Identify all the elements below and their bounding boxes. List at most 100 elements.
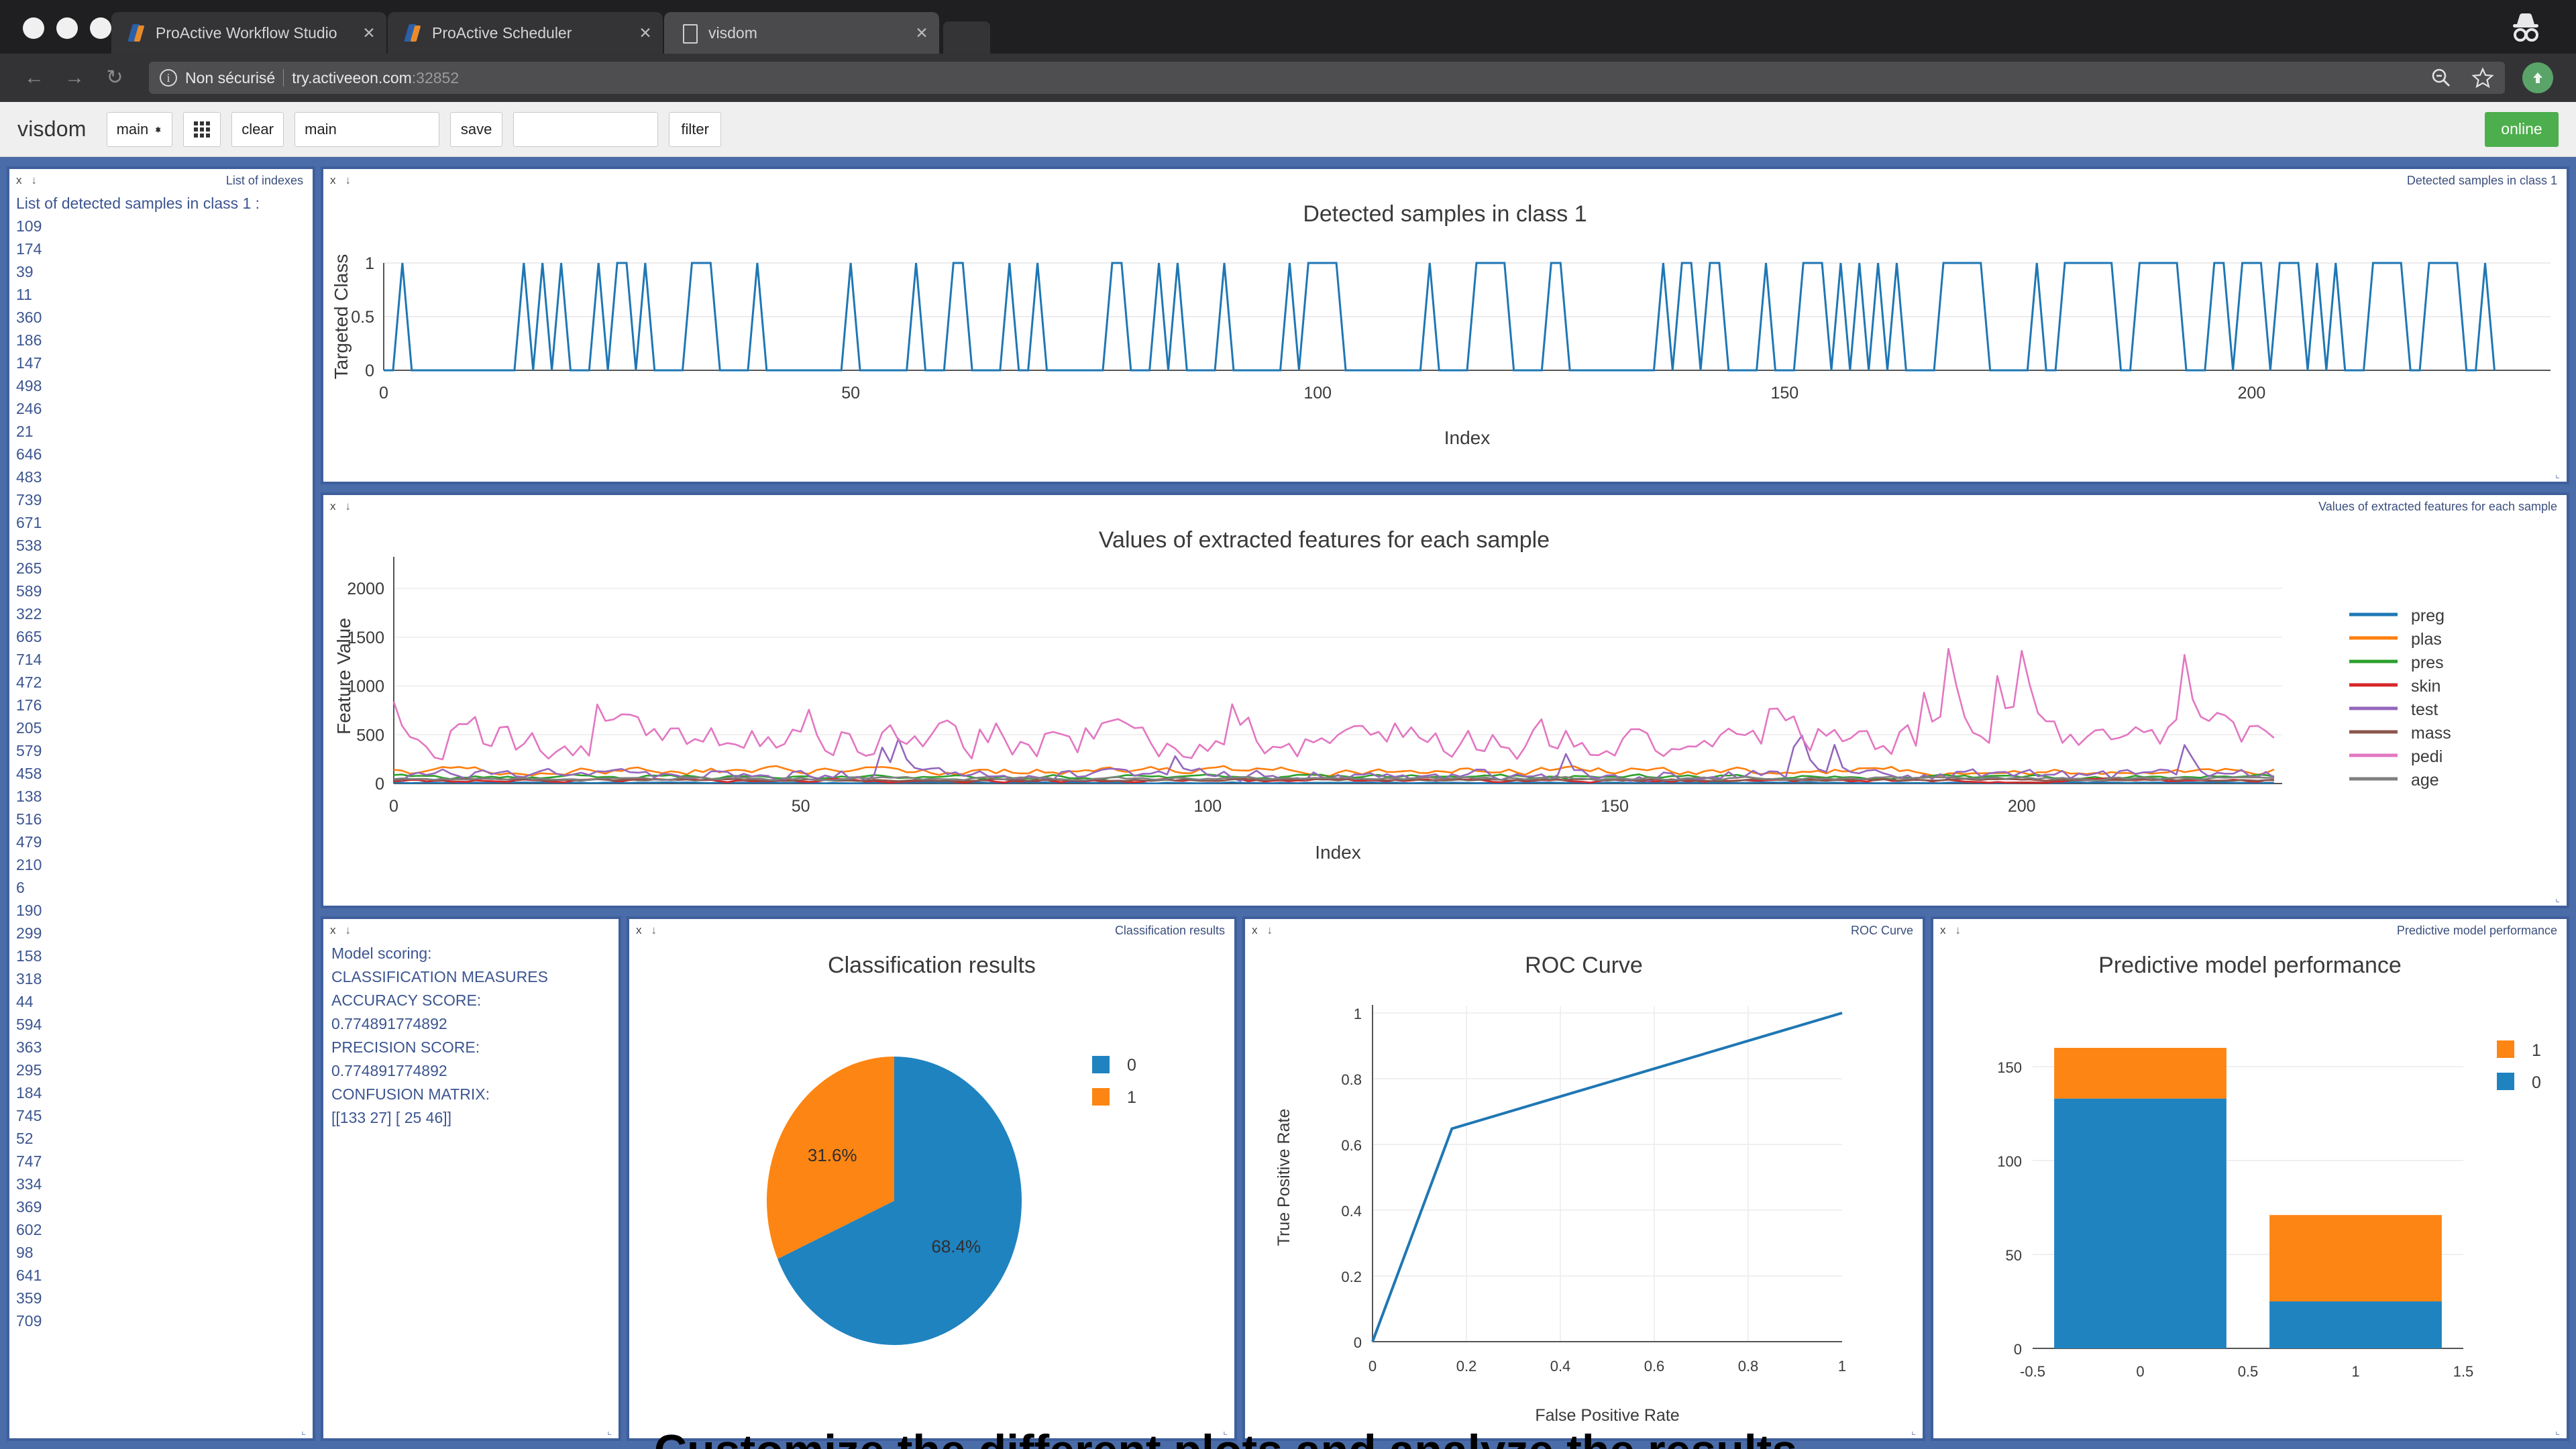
list-item: 265 xyxy=(16,559,42,577)
svg-text:0: 0 xyxy=(1127,1056,1136,1075)
list-item: 21 xyxy=(16,423,34,440)
grid-icon xyxy=(194,121,211,138)
pane-classification-results[interactable]: x ↓ Classification results Classificatio… xyxy=(627,916,1237,1441)
list-item: 186 xyxy=(16,331,42,349)
list-item: 205 xyxy=(16,719,42,737)
download-icon[interactable]: ↓ xyxy=(32,174,38,187)
zoom-out-icon[interactable] xyxy=(2430,66,2453,89)
pane-predictive-model-performance[interactable]: x ↓ Predictive model performance Predict… xyxy=(1931,916,2569,1441)
back-icon[interactable]: ← xyxy=(23,66,46,89)
close-icon[interactable]: ✕ xyxy=(912,24,931,42)
forward-icon[interactable]: → xyxy=(63,66,86,89)
svg-text:200: 200 xyxy=(2008,797,2036,816)
minimize-window-button[interactable] xyxy=(56,17,78,39)
environment-select[interactable]: main ▲ ▼ xyxy=(106,111,173,147)
filter-button[interactable]: filter xyxy=(669,111,722,147)
new-tab-button[interactable] xyxy=(943,21,990,54)
resize-handle[interactable]: ⌞ xyxy=(301,1426,311,1437)
svg-text:31.6%: 31.6% xyxy=(808,1145,857,1165)
svg-text:age: age xyxy=(2411,771,2439,790)
svg-text:0.8: 0.8 xyxy=(1738,1358,1759,1375)
close-icon[interactable]: x xyxy=(330,500,336,513)
resize-handle[interactable]: ⌞ xyxy=(2555,894,2565,904)
list-item: 483 xyxy=(16,468,42,486)
pane-extracted-features[interactable]: x ↓ Values of extracted features for eac… xyxy=(321,492,2569,908)
svg-text:0.4: 0.4 xyxy=(1341,1203,1362,1220)
download-icon[interactable]: ↓ xyxy=(651,924,657,937)
svg-text:True Positive Rate: True Positive Rate xyxy=(1275,1109,1293,1246)
reload-icon[interactable]: ↻ xyxy=(103,66,126,89)
close-icon[interactable]: x xyxy=(1252,924,1258,937)
pane-detected-samples[interactable]: x ↓ Detected samples in class 1 Detected… xyxy=(321,166,2569,484)
download-icon[interactable]: ↓ xyxy=(1267,924,1273,937)
incognito-icon[interactable] xyxy=(2508,9,2544,43)
star-icon[interactable] xyxy=(2471,66,2494,89)
download-icon[interactable]: ↓ xyxy=(345,924,352,937)
svg-text:Targeted Class: Targeted Class xyxy=(331,254,352,380)
pane-list-of-indexes[interactable]: x ↓ List of indexes List of detected sam… xyxy=(7,166,315,1441)
tab-proactive-scheduler[interactable]: ProActive Scheduler ✕ xyxy=(388,12,663,54)
browser-titlebar: ProActive Workflow Studio ✕ ProActive Sc… xyxy=(0,0,2576,54)
tab-label: ProActive Scheduler xyxy=(432,23,572,42)
pane-toolbar: x ↓ Predictive model performance xyxy=(1933,919,2567,942)
address-bar[interactable]: i Non sécurisé try.activeeon.com:32852 xyxy=(149,62,2505,94)
close-icon[interactable]: x xyxy=(330,174,336,187)
download-icon[interactable]: ↓ xyxy=(345,500,352,513)
model-scoring-text: Model scoring: CLASSIFICATION MEASURES ACC… xyxy=(331,942,613,1130)
list-item: 359 xyxy=(16,1289,42,1307)
chart-svg: 68.4% 31.6% 0 1 xyxy=(767,1056,1136,1345)
layout-grid-button[interactable] xyxy=(183,111,221,147)
list-item: 516 xyxy=(16,810,42,828)
omnibox-actions xyxy=(2430,66,2494,89)
list-item: 369 xyxy=(16,1198,42,1216)
svg-text:1: 1 xyxy=(2532,1041,2541,1060)
environment-name-input[interactable]: main xyxy=(294,111,440,147)
list-item: 176 xyxy=(16,696,42,714)
close-icon[interactable]: x xyxy=(1940,924,1946,937)
tab-proactive-workflow-studio[interactable]: ProActive Workflow Studio ✕ xyxy=(111,12,386,54)
svg-text:test: test xyxy=(2411,700,2438,719)
save-button[interactable]: save xyxy=(450,111,503,147)
tab-visdom[interactable]: visdom ✕ xyxy=(664,12,939,54)
list-item: 671 xyxy=(16,514,42,531)
scoring-line: 0.774891774892 xyxy=(331,1062,447,1079)
close-icon[interactable]: ✕ xyxy=(636,24,655,42)
filter-input[interactable] xyxy=(513,111,659,147)
clear-button[interactable]: clear xyxy=(231,111,284,147)
pane-model-scoring[interactable]: x ↓ Model scoring: CLASSIFICATION MEASURE… xyxy=(321,916,621,1441)
pane-title: ROC Curve xyxy=(1850,923,1913,937)
resize-handle[interactable]: ⌞ xyxy=(2555,470,2565,480)
resize-handle[interactable]: ⌞ xyxy=(1911,1426,1921,1437)
svg-text:0.8: 0.8 xyxy=(1341,1071,1362,1088)
maximize-window-button[interactable] xyxy=(90,17,111,39)
close-icon[interactable]: ✕ xyxy=(360,24,378,42)
svg-text:1: 1 xyxy=(1354,1006,1362,1022)
chart-classification-results: Classification results 68.4% 31.6% 0 1 xyxy=(629,919,1234,1438)
resize-handle[interactable]: ⌞ xyxy=(2555,1426,2565,1437)
download-icon[interactable]: ↓ xyxy=(1955,924,1962,937)
svg-text:-0.5: -0.5 xyxy=(2020,1363,2045,1380)
svg-text:False Positive Rate: False Positive Rate xyxy=(1535,1406,1679,1425)
list-item: 158 xyxy=(16,947,42,965)
status-badge: online xyxy=(2485,111,2559,147)
list-item: 98 xyxy=(16,1244,34,1261)
scoring-line: Model scoring: xyxy=(331,945,432,962)
info-icon[interactable]: i xyxy=(160,69,177,87)
profile-avatar-button[interactable] xyxy=(2522,62,2553,93)
close-window-button[interactable] xyxy=(23,17,44,39)
close-icon[interactable]: x xyxy=(636,924,642,937)
window-traffic-lights[interactable] xyxy=(0,17,111,54)
download-icon[interactable]: ↓ xyxy=(345,174,352,187)
visdom-toolbar: visdom main ▲ ▼ clear main save filter on… xyxy=(0,102,2576,157)
close-icon[interactable]: x xyxy=(16,174,22,187)
close-icon[interactable]: x xyxy=(330,924,336,937)
pane-toolbar: x ↓ Classification results xyxy=(629,919,1234,942)
list-item: 147 xyxy=(16,354,42,372)
svg-text:50: 50 xyxy=(792,797,810,816)
svg-text:0: 0 xyxy=(2532,1073,2541,1092)
pane-roc-curve[interactable]: x ↓ ROC Curve ROC Curve 0 0.2 0.4 0.6 0.8 1 0 0… xyxy=(1242,916,1925,1441)
resize-handle[interactable]: ⌞ xyxy=(607,1426,616,1437)
svg-text:150: 150 xyxy=(1601,797,1629,816)
svg-text:0.5: 0.5 xyxy=(2238,1363,2259,1380)
list-item: 246 xyxy=(16,400,42,417)
